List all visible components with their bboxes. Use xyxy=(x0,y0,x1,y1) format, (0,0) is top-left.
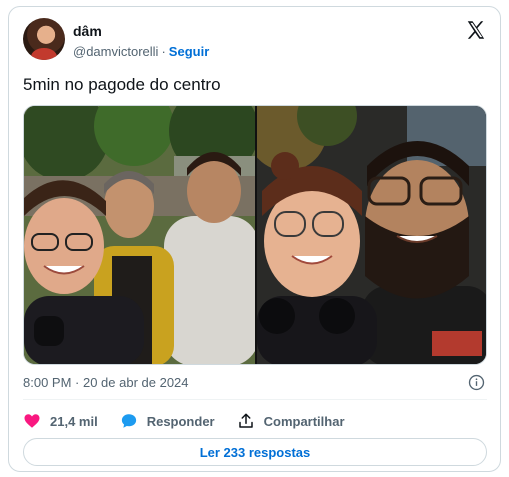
tweet-card: dâm @damvictorelli · Seguir 5min no pagode… xyxy=(8,6,501,472)
action-bar: 21,4 mil Responder Compartilhar xyxy=(23,410,367,432)
speech-bubble-icon xyxy=(121,414,136,428)
share-upload-icon xyxy=(238,413,253,428)
photo-right[interactable] xyxy=(257,106,486,364)
heart-icon xyxy=(24,414,40,428)
x-logo-icon[interactable] xyxy=(465,19,487,41)
like-button[interactable]: 21,4 mil xyxy=(23,412,98,430)
actions-divider xyxy=(23,399,487,400)
photo-left-image xyxy=(24,106,255,364)
photo-right-image xyxy=(257,106,486,364)
tweet-timestamp[interactable]: 8:00 PM · 20 de abr de 2024 xyxy=(23,375,189,390)
author-handle[interactable]: @damvictorelli xyxy=(73,44,158,59)
read-replies-button[interactable]: Ler 233 respostas xyxy=(23,438,487,466)
author-name[interactable]: dâm xyxy=(73,23,102,39)
follow-button[interactable]: Seguir xyxy=(169,44,209,59)
info-icon[interactable] xyxy=(468,374,485,391)
share-button[interactable]: Compartilhar xyxy=(237,412,345,430)
tweet-text: 5min no pagode do centro xyxy=(23,75,221,94)
author-handle-row: @damvictorelli · Seguir xyxy=(73,44,209,59)
reply-label: Responder xyxy=(146,413,215,429)
handle-separator: · xyxy=(161,44,166,59)
share-label: Compartilhar xyxy=(263,413,345,429)
reply-button[interactable]: Responder xyxy=(120,412,215,430)
like-count: 21,4 mil xyxy=(50,413,98,429)
tweet-media[interactable] xyxy=(23,105,487,365)
photo-left[interactable] xyxy=(24,106,255,364)
author-avatar[interactable] xyxy=(23,18,65,60)
